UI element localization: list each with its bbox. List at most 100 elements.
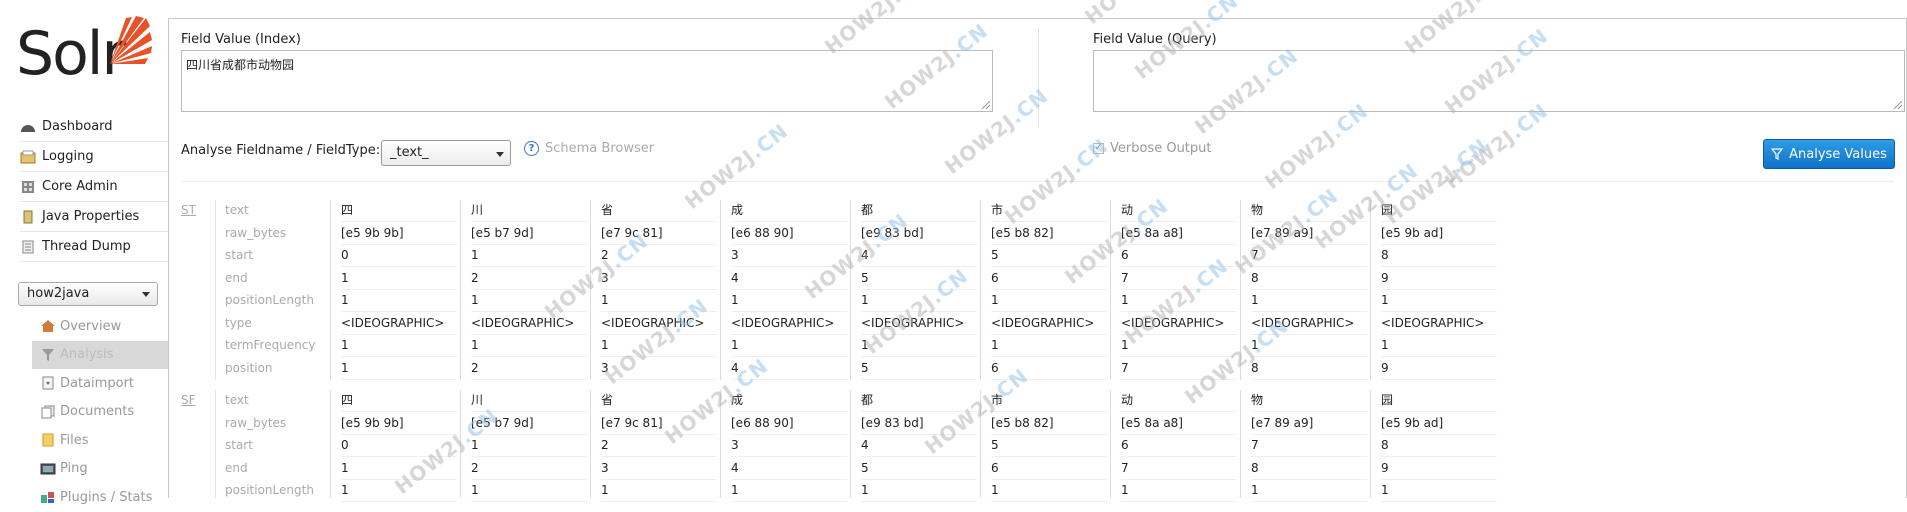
core-nav-label: Dataimport [60,375,134,391]
token-raw_bytes: [e7 9c 81] [601,223,717,245]
token-column: 园 [e5 9b ad] 8 9 1 [1370,390,1497,502]
token-positionLength: 1 [341,290,457,312]
nav-item-logging[interactable]: Logging [20,142,168,172]
panel-divider [1038,28,1039,128]
java-properties-icon [23,210,33,223]
field-value-index-input[interactable]: 四川省成都市动物园 [181,50,993,112]
attribute-label: end [225,270,248,285]
nav-item-thread-dump[interactable]: Thread Dump [20,232,168,262]
token-start: 4 [861,435,977,457]
nav-item-core-admin[interactable]: Core Admin [20,172,168,202]
stage-st-link[interactable]: ST [181,203,196,217]
token-type: <IDEOGRAPHIC> [601,313,717,335]
chevron-down-icon [496,152,504,157]
sidebar: Solr Dashboard Logging Core Admin Java P… [0,0,168,505]
token-column-divider [1370,390,1371,498]
stage-sf-link[interactable]: SF [181,393,196,407]
token-column: 省 [e7 9c 81] 2 3 1 <IDEOGRAPHIC> 1 3 [590,200,717,380]
field-value-query-label: Field Value (Query) [1093,32,1217,47]
token-position: 7 [1121,358,1237,380]
token-column: 都 [e9 83 bd] 4 5 1 <IDEOGRAPHIC> 1 5 [850,200,977,380]
nav-item-label: Thread Dump [42,239,131,254]
token-column-divider [1370,200,1371,380]
token-text: 四 [341,390,457,412]
token-column: 动 [e5 8a a8] 6 7 1 <IDEOGRAPHIC> 1 7 [1110,200,1237,380]
core-nav-item-documents[interactable]: Documents [32,398,168,427]
token-termFrequency: 1 [1381,335,1497,357]
help-icon: ? [524,141,539,156]
token-start: 5 [991,245,1107,267]
token-column: 四 [e5 9b 9b] 0 1 1 <IDEOGRAPHIC> 1 1 [330,200,457,380]
token-column-divider [720,200,721,380]
token-column-divider [590,200,591,380]
token-termFrequency: 1 [1121,335,1237,357]
token-type: <IDEOGRAPHIC> [731,313,847,335]
token-column-divider [720,390,721,498]
core-nav-item-overview[interactable]: Overview [32,312,168,341]
token-positionLength: 1 [601,480,717,502]
schema-browser-link[interactable]: ? Schema Browser [524,141,654,156]
core-nav-item-analysis[interactable]: Analysis [32,340,168,369]
core-nav-item-dataimport[interactable]: Dataimport [32,369,168,398]
token-end: 9 [1381,458,1497,480]
attribute-label: start [225,248,253,262]
token-column-divider [850,200,851,380]
token-start: 8 [1381,245,1497,267]
token-raw_bytes: [e9 83 bd] [861,223,977,245]
token-end: 4 [731,268,847,290]
chevron-down-icon [142,292,150,297]
token-start: 8 [1381,435,1497,457]
token-column-divider [980,200,981,380]
token-start: 3 [731,245,847,267]
token-column: 动 [e5 8a a8] 6 7 1 [1110,390,1237,502]
attribute-label: start [225,438,253,452]
token-positionLength: 1 [471,480,587,502]
token-column: 川 [e5 b7 9d] 1 2 1 <IDEOGRAPHIC> 1 2 [460,200,587,380]
attribute-label: text [225,393,249,407]
token-positionLength: 1 [991,480,1107,502]
token-positionLength: 1 [341,480,457,502]
verbose-output-toggle[interactable]: ✓ Verbose Output [1093,141,1212,156]
schema-browser-label: Schema Browser [545,141,655,156]
dataimport-icon [42,376,54,390]
token-column: 成 [e6 88 90] 3 4 1 <IDEOGRAPHIC> 1 4 [720,200,847,380]
nav-item-dashboard[interactable]: Dashboard [20,112,168,142]
token-positionLength: 1 [1251,290,1367,312]
token-end: 5 [861,268,977,290]
token-column-divider [460,200,461,380]
token-column-divider [1240,200,1241,380]
analyse-values-button[interactable]: Analyse Values [1763,139,1895,169]
core-nav-item-plugins[interactable]: Plugins / Stats [32,483,168,512]
token-raw_bytes: [e6 88 90] [731,223,847,245]
core-nav-item-ping[interactable]: Ping [32,455,168,484]
token-raw_bytes: [e7 89 a9] [1251,413,1367,435]
core-admin-icon [22,180,34,193]
attribute-label: positionLength [225,293,314,307]
token-start: 6 [1121,435,1237,457]
token-column: 物 [e7 89 a9] 7 8 1 <IDEOGRAPHIC> 1 8 [1240,200,1367,380]
token-column: 川 [e5 b7 9d] 1 2 1 [460,390,587,502]
core-nav-label: Overview [60,318,122,334]
nav-item-java-properties[interactable]: Java Properties [20,202,168,232]
field-value-query-input[interactable] [1093,50,1905,112]
token-text: 市 [991,390,1107,412]
fieldtype-label: Analyse Fieldname / FieldType: [181,143,381,158]
token-column-divider [330,390,331,498]
token-text: 川 [471,390,587,412]
token-column-divider [1110,200,1111,380]
attribute-label: termFrequency [225,338,316,352]
field-value-index-text: 四川省成都市动物园 [186,58,295,72]
solr-logo[interactable]: Solr [16,14,152,90]
token-raw_bytes: [e5 9b ad] [1381,223,1497,245]
fieldtype-select[interactable]: _text_ [381,140,511,166]
attribute-label: raw_bytes [225,225,287,240]
watermark-text: .CN [1465,0,1513,8]
token-start: 7 [1251,245,1367,267]
token-raw_bytes: [e7 89 a9] [1251,223,1367,245]
checkbox-checked-icon[interactable]: ✓ [1093,143,1104,154]
token-position: 9 [1381,358,1497,380]
core-selector[interactable]: how2java [18,282,158,306]
token-column: 物 [e7 89 a9] 7 8 1 [1240,390,1367,502]
token-positionLength: 1 [1381,290,1497,312]
core-nav-item-files[interactable]: Files [32,426,168,455]
